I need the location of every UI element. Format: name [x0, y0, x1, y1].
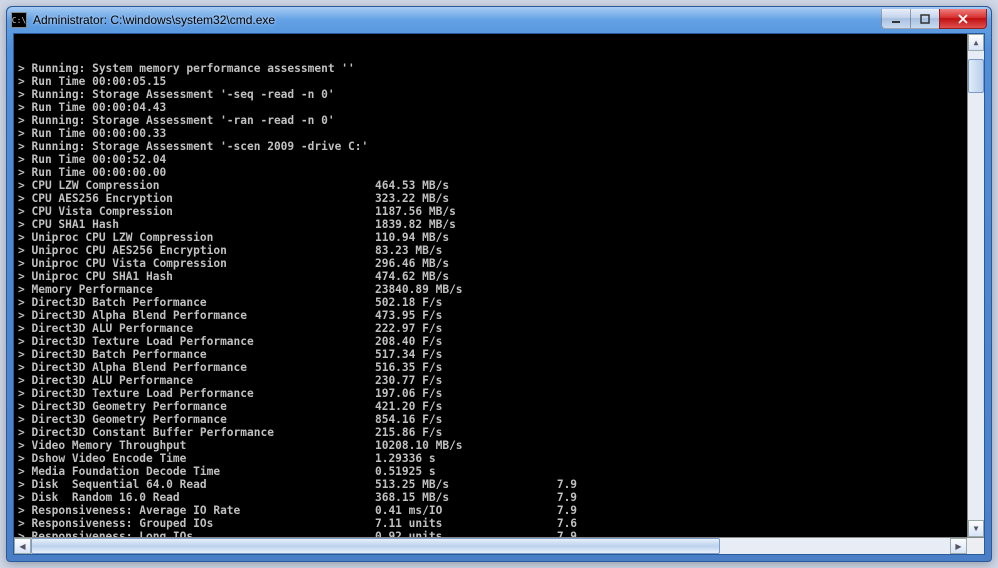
- console-line: > CPU Vista Compression 1187.56 MB/s: [18, 205, 980, 218]
- console-line: > Running: System memory performance ass…: [18, 62, 980, 75]
- console-line: > Video Memory Throughput 10208.10 MB/s: [18, 439, 980, 452]
- console-line: > Run Time 00:00:52.04: [18, 153, 980, 166]
- console-line: > Direct3D Geometry Performance 854.16 F…: [18, 413, 980, 426]
- console-line: > Direct3D Batch Performance 517.34 F/s: [18, 348, 980, 361]
- console-line: > Direct3D Texture Load Performance 208.…: [18, 335, 980, 348]
- console-line: > Uniproc CPU LZW Compression 110.94 MB/…: [18, 231, 980, 244]
- maximize-button[interactable]: [910, 9, 940, 29]
- console-line: > CPU SHA1 Hash 1839.82 MB/s: [18, 218, 980, 231]
- console-line: > Direct3D Alpha Blend Performance 516.3…: [18, 361, 980, 374]
- cmd-window: C:\ Administrator: C:\windows\system32\c…: [6, 6, 992, 562]
- console-line: > Run Time 00:00:05.15: [18, 75, 980, 88]
- client-area: > Running: System memory performance ass…: [13, 33, 985, 555]
- console-line: > Uniproc CPU AES256 Encryption 83.23 MB…: [18, 244, 980, 257]
- console-line: > Media Foundation Decode Time 0.51925 s: [18, 465, 980, 478]
- vertical-scrollbar[interactable]: ▲ ▼: [967, 34, 984, 537]
- console-line: > Disk Sequential 64.0 Read 513.25 MB/s …: [18, 478, 980, 491]
- console-line: > Direct3D Texture Load Performance 197.…: [18, 387, 980, 400]
- window-title: Administrator: C:\windows\system32\cmd.e…: [33, 13, 882, 27]
- console-line: > Run Time 00:00:00.00: [18, 166, 980, 179]
- horizontal-scrollbar[interactable]: ◀ ▶: [14, 537, 984, 554]
- scroll-left-button[interactable]: ◀: [14, 538, 31, 554]
- minimize-button[interactable]: [881, 9, 911, 29]
- console-line: > Direct3D Alpha Blend Performance 473.9…: [18, 309, 980, 322]
- console-line: > Uniproc CPU SHA1 Hash 474.62 MB/s: [18, 270, 980, 283]
- console-line: > Run Time 00:00:04.43: [18, 101, 980, 114]
- console-line: > Direct3D Geometry Performance 421.20 F…: [18, 400, 980, 413]
- window-controls: [882, 9, 987, 29]
- console-line: > Running: Storage Assessment '-seq -rea…: [18, 88, 980, 101]
- horizontal-scroll-thumb[interactable]: [31, 538, 720, 554]
- titlebar[interactable]: C:\ Administrator: C:\windows\system32\c…: [7, 7, 991, 33]
- console-line: > Direct3D ALU Performance 222.97 F/s: [18, 322, 980, 335]
- vertical-scroll-thumb[interactable]: [968, 59, 984, 93]
- scroll-right-button[interactable]: ▶: [950, 538, 967, 554]
- console-line: > Memory Performance 23840.89 MB/s: [18, 283, 980, 296]
- console-line: > CPU AES256 Encryption 323.22 MB/s: [18, 192, 980, 205]
- console-line: > Direct3D Constant Buffer Performance 2…: [18, 426, 980, 439]
- console-line: > Direct3D ALU Performance 230.77 F/s: [18, 374, 980, 387]
- scroll-down-button[interactable]: ▼: [968, 520, 984, 537]
- console-line: > Dshow Video Encode Time 1.29336 s: [18, 452, 980, 465]
- close-button[interactable]: [939, 9, 987, 29]
- console-line: > Running: Storage Assessment '-ran -rea…: [18, 114, 980, 127]
- console-line: > Responsiveness: Grouped IOs 7.11 units…: [18, 517, 980, 530]
- app-icon: C:\: [11, 12, 27, 28]
- scroll-corner: [967, 538, 984, 554]
- console-line: > CPU LZW Compression 464.53 MB/s: [18, 179, 980, 192]
- console-line: > Direct3D Batch Performance 502.18 F/s: [18, 296, 980, 309]
- console-line: > Responsiveness: Average IO Rate 0.41 m…: [18, 504, 980, 517]
- console-line: > Run Time 00:00:00.33: [18, 127, 980, 140]
- console-output[interactable]: > Running: System memory performance ass…: [14, 34, 984, 537]
- vertical-scroll-track[interactable]: [968, 51, 984, 520]
- console-line: > Uniproc CPU Vista Compression 296.46 M…: [18, 257, 980, 270]
- console-line: > Responsiveness: Long IOs 0.92 units 7.…: [18, 530, 980, 537]
- console-line: > Running: Storage Assessment '-scen 200…: [18, 140, 980, 153]
- console-line: > Disk Random 16.0 Read 368.15 MB/s 7.9: [18, 491, 980, 504]
- horizontal-scroll-track[interactable]: [31, 538, 950, 554]
- scroll-up-button[interactable]: ▲: [968, 34, 984, 51]
